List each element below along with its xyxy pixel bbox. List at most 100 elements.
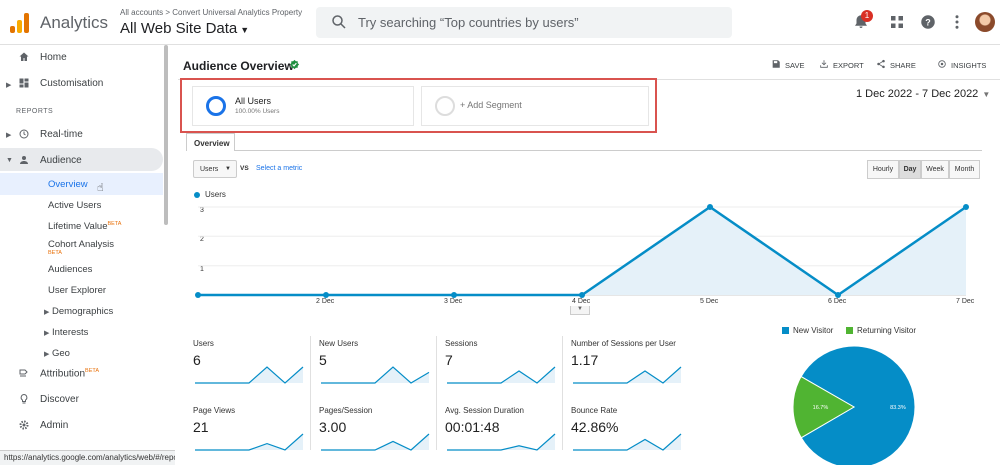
insights-icon [938, 60, 946, 68]
analytics-logo[interactable] [10, 13, 30, 33]
sidebar-item-overview[interactable]: Overview [48, 179, 88, 190]
users-line-chart[interactable] [186, 200, 976, 310]
export-button[interactable]: EXPORT [820, 60, 864, 70]
sparkline-line [573, 433, 682, 451]
export-icon [820, 60, 828, 68]
clock-icon [19, 129, 29, 139]
help-icon[interactable]: ? [919, 13, 937, 31]
property-selector[interactable]: All Web Site Data ▼ [120, 20, 249, 37]
select-metric-link[interactable]: Select a metric [256, 165, 302, 172]
metric-label: Sessions [445, 339, 478, 348]
apps-grid-icon[interactable] [888, 13, 906, 31]
metric-selector[interactable]: Users ▼ [193, 160, 237, 178]
expand-arrow-icon[interactable]: ▶ [44, 308, 49, 316]
granularity-week[interactable]: Week [921, 160, 949, 179]
sidebar-item-geo[interactable]: Geo [52, 348, 70, 359]
legend-label: Returning Visitor [857, 326, 916, 335]
lightbulb-icon [20, 393, 28, 404]
metric-tile[interactable]: Users 6 [193, 339, 313, 394]
tile-divider [436, 336, 437, 450]
action-label: EXPORT [833, 61, 864, 70]
data-point[interactable] [963, 204, 969, 210]
action-label: INSIGHTS [951, 61, 987, 70]
sidebar-item-admin[interactable]: Admin [19, 420, 68, 431]
date-range-picker[interactable]: 1 Dec 2022 - 7 Dec 2022 ▼ [856, 88, 990, 100]
metric-sparkline [573, 433, 682, 451]
x-tick-label: 7 Dec [956, 298, 975, 305]
sidebar-scrollbar[interactable] [164, 45, 168, 225]
metric-selector-label: Users [200, 166, 219, 173]
expand-arrow-icon[interactable]: ▶ [6, 131, 11, 139]
beta-badge: BETA [107, 221, 122, 227]
sidebar-item-interests[interactable]: Interests [52, 327, 88, 338]
metric-label: Page Views [193, 406, 236, 415]
sidebar-item-audience[interactable]: Audience [20, 155, 82, 166]
expand-arrow-icon[interactable]: ▶ [6, 81, 11, 89]
beta-badge: BETA [48, 250, 62, 256]
action-label: SAVE [785, 61, 805, 70]
expand-arrow-icon[interactable]: ▶ [44, 350, 49, 358]
collapse-arrow-icon[interactable]: ▼ [6, 157, 13, 164]
metric-sparkline [195, 433, 304, 451]
x-tick-label: 5 Dec [700, 298, 719, 305]
data-point[interactable] [195, 292, 201, 298]
metric-label: New Users [319, 339, 359, 348]
granularity-day[interactable]: Day [899, 160, 921, 179]
sidebar-item-home[interactable]: Home [19, 52, 67, 63]
metric-tile[interactable]: Page Views 21 [193, 406, 313, 461]
sidebar-item-customisation[interactable]: Customisation [19, 78, 104, 89]
metric-tile[interactable]: Sessions 7 [445, 339, 565, 394]
sparkline-line [195, 433, 304, 451]
avatar[interactable] [975, 12, 995, 32]
sidebar-item-active-users[interactable]: Active Users [48, 200, 101, 211]
sparkline-line [195, 366, 304, 384]
search-bar[interactable]: Try searching “Top countries by users” [316, 7, 732, 38]
granularity-hourly[interactable]: Hourly [867, 160, 899, 179]
attribution-icon [19, 369, 28, 377]
x-tick-label: 4 Dec [572, 298, 591, 305]
metric-tile[interactable]: Bounce Rate 42.86% [571, 406, 691, 461]
expand-arrow-icon[interactable]: ▶ [44, 329, 49, 337]
legend-swatch [846, 327, 853, 334]
action-label: SHARE [890, 61, 916, 70]
tab-overview[interactable]: Overview [186, 133, 235, 151]
x-tick-label: 2 Dec [316, 298, 335, 305]
more-vert-icon[interactable] [948, 13, 966, 31]
metric-tile[interactable]: Number of Sessions per User 1.17 [571, 339, 691, 394]
visitor-type-pie-chart[interactable]: 83.3% 16.7% [789, 345, 919, 465]
x-tick-label: 6 Dec [828, 298, 847, 305]
sidebar-item-demographics[interactable]: Demographics [52, 306, 113, 317]
series-legend-label: Users [205, 190, 226, 199]
sidebar-item-cohort-analysis[interactable]: Cohort Analysis [48, 239, 114, 250]
granularity-month[interactable]: Month [949, 160, 980, 179]
insights-button[interactable]: INSIGHTS [938, 60, 987, 70]
sidebar-item-realtime[interactable]: Real-time [19, 129, 83, 140]
home-icon [19, 52, 29, 61]
metric-tile[interactable]: New Users 5 [319, 339, 439, 394]
notification-badge: 1 [861, 10, 873, 22]
metric-label: Users [193, 339, 214, 348]
page-title: Audience Overview [183, 59, 294, 73]
sidebar-item-user-explorer[interactable]: User Explorer [48, 285, 106, 296]
pie-slice-label: 83.3% [890, 405, 906, 411]
sparkline-line [447, 366, 556, 384]
share-button[interactable]: SHARE [877, 59, 916, 70]
save-button[interactable]: SAVE [772, 60, 805, 70]
sparkline-line [321, 433, 430, 451]
caret-down-icon: ▼ [225, 166, 231, 172]
chart-slider-handle[interactable]: ▼ [570, 306, 590, 315]
caret-down-icon: ▼ [240, 25, 250, 35]
metric-tile[interactable]: Pages/Session 3.00 [319, 406, 439, 461]
sidebar-item-audiences[interactable]: Audiences [48, 264, 92, 275]
vs-label: VS [240, 165, 249, 172]
search-icon [332, 15, 346, 29]
sidebar-item-label: Customisation [40, 78, 104, 89]
sidebar-item-attribution[interactable]: AttributionBETA [19, 368, 99, 379]
series-line [198, 205, 967, 297]
metric-tile[interactable]: Avg. Session Duration 00:01:48 [445, 406, 565, 461]
metric-label: Avg. Session Duration [445, 406, 525, 415]
sidebar-item-discover[interactable]: Discover [20, 393, 79, 405]
breadcrumb[interactable]: All accounts > Convert Universal Analyti… [120, 8, 302, 17]
sidebar-item-lifetime-value[interactable]: Lifetime ValueBETA [48, 221, 121, 232]
data-point[interactable] [707, 204, 713, 210]
